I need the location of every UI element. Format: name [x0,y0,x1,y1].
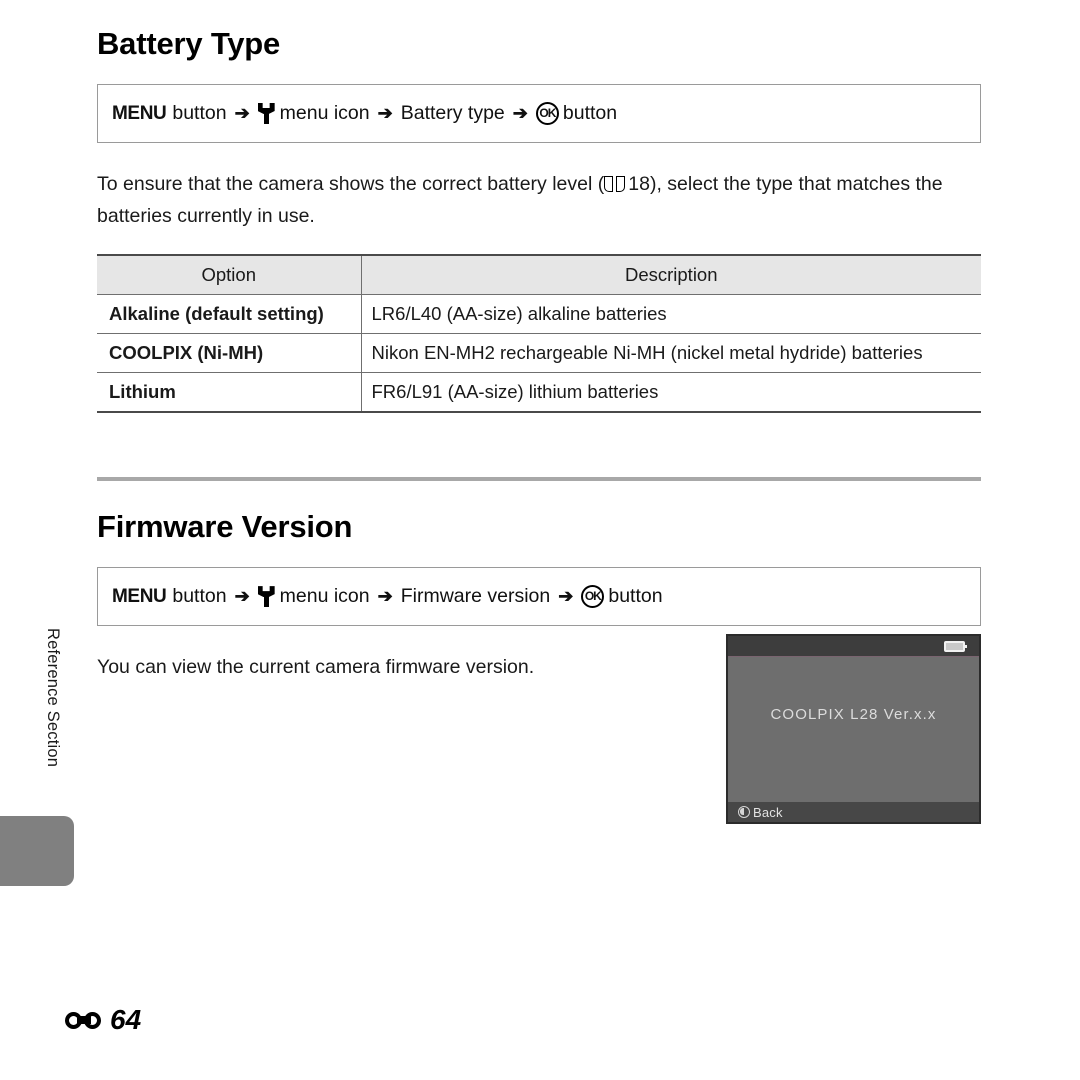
table-row: COOLPIX (Ni-MH) Nikon EN-MH2 rechargeabl… [97,333,981,374]
path-arrow-2: ➔ [377,103,393,123]
setup-menu-icon-label: menu icon [279,585,370,608]
menu-button-word: button [172,102,227,124]
page-number: 64 [65,1004,141,1036]
camera-firmware-version-text: COOLPIX L28 Ver.x.x [770,706,937,723]
ok-button-icon: OK [581,585,605,609]
menu-path-battery-type: MENU button ➔ menu icon ➔ Battery type ➔… [97,84,981,143]
page-title-firmware-version: Firmware Version [97,509,353,545]
menu-button-label: MENU [112,585,167,607]
description-text-before: To ensure that the camera shows the corr… [97,173,605,195]
cell-description: LR6/L40 (AA-size) alkaline batteries [361,294,981,335]
cell-description: FR6/L91 (AA-size) lithium batteries [361,372,981,414]
path-arrow-1: ➔ [234,586,250,607]
menu-item-label: Battery type [400,102,505,124]
cell-option: Lithium [97,372,362,414]
camera-screen-bottombar: Back [728,802,979,822]
column-header-option: Option [97,254,362,296]
table-row: Lithium FR6/L91 (AA-size) lithium batter… [97,372,981,414]
reference-section-label: Reference Section [44,628,62,768]
battery-type-table: Option Description Alkaline (default set… [97,254,981,414]
setup-menu-icon-label: menu icon [279,102,370,124]
camera-screen-illustration: COOLPIX L28 Ver.x.x Back [726,634,981,824]
menu-path-firmware-version: MENU button ➔ menu icon ➔ Firmware versi… [97,567,981,627]
back-icon [738,806,750,818]
page-title-battery-type: Battery Type [97,26,281,61]
wrench-icon [258,103,275,124]
back-label: Back [753,804,783,820]
menu-button-label: MENU [112,102,167,124]
table-row: Alkaline (default setting) LR6/L40 (AA-s… [97,294,981,335]
reference-page-number: 18 [628,173,650,195]
path-arrow-3: ➔ [512,103,528,123]
path-arrow-3: ➔ [558,586,574,607]
column-header-description: Description [361,254,981,296]
e-reference-icon [65,1009,109,1031]
battery-icon [944,641,967,652]
menu-item-label: Firmware version [400,585,551,608]
book-icon [604,176,626,192]
camera-screen-topbar [728,636,979,657]
cell-option: Alkaline (default setting) [97,294,362,335]
cell-option: COOLPIX (Ni-MH) [97,333,362,374]
reference-section-tab [0,816,74,886]
path-arrow-1: ➔ [234,103,250,123]
table-header-row: Option Description [97,254,981,296]
menu-button-word: button [172,585,227,608]
ok-button-word: button [562,102,618,124]
page-number-value: 64 [110,1004,142,1035]
ok-button-word: button [608,585,663,608]
page-content: Battery Type MENU button ➔ menu icon ➔ B… [97,0,981,684]
path-arrow-2: ➔ [377,586,393,607]
battery-type-description: To ensure that the camera shows the corr… [97,169,981,232]
wrench-icon [258,586,275,608]
ok-button-icon: OK [535,102,559,125]
cell-description: Nikon EN-MH2 rechargeable Ni-MH (nickel … [361,333,981,374]
